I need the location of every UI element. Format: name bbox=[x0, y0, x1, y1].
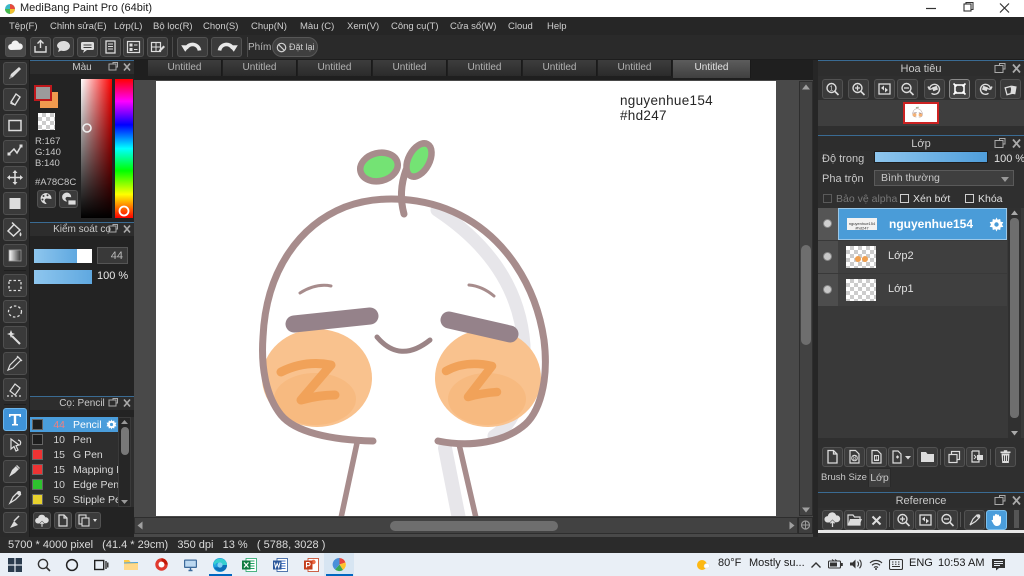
svg-text:1: 1 bbox=[830, 86, 834, 93]
svg-text:8: 8 bbox=[853, 456, 857, 462]
svg-text:#hd247: #hd247 bbox=[855, 226, 869, 231]
